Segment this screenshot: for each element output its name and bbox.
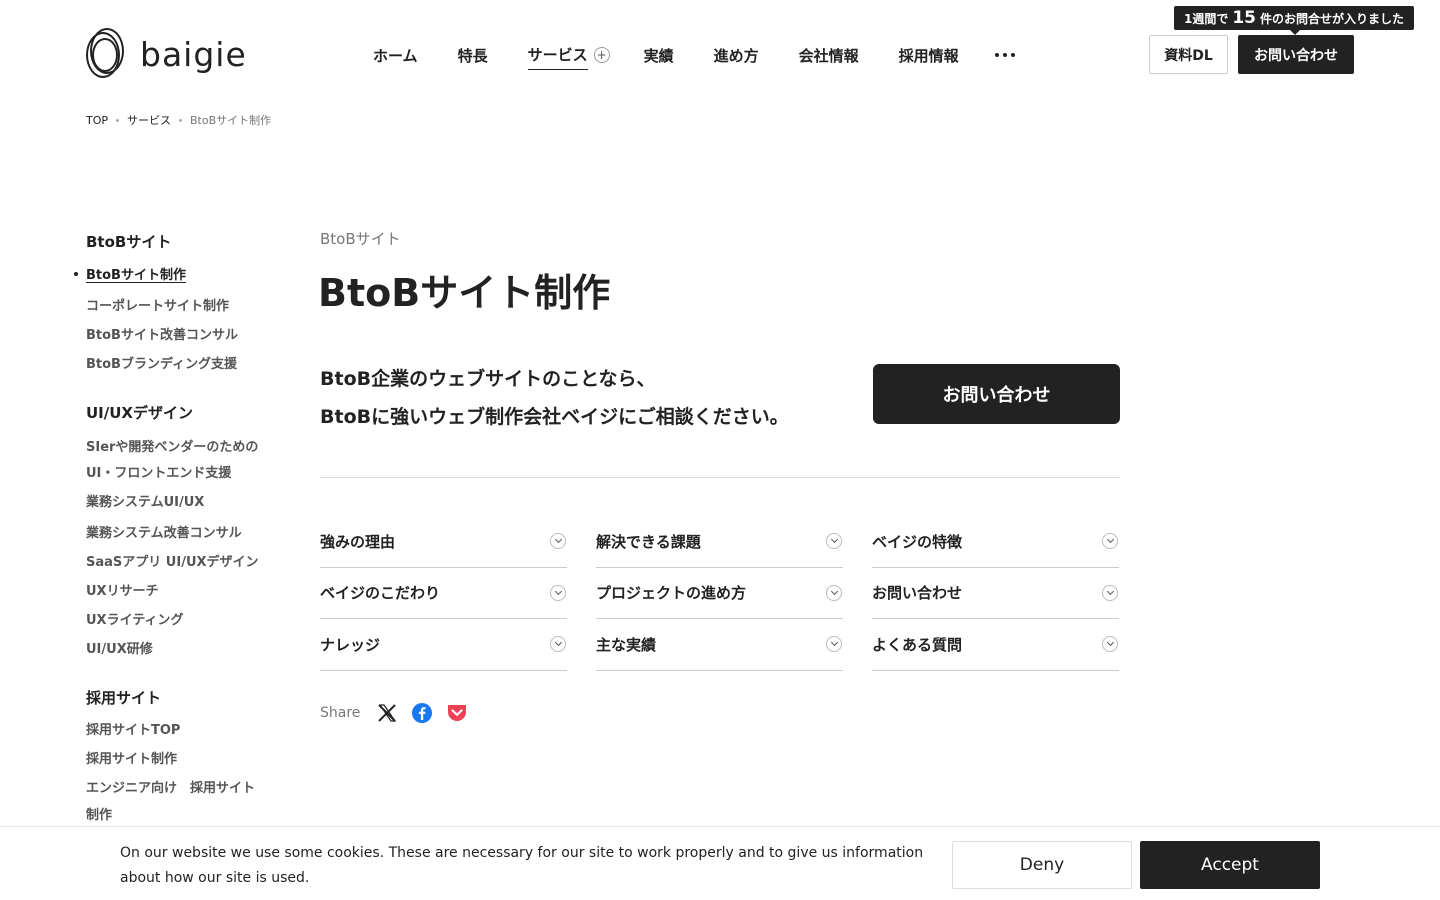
breadcrumb-separator	[116, 118, 120, 122]
anchor-link[interactable]: 解決できる課題	[596, 516, 843, 568]
main-nav: ホーム 特長 サービス + 実績 進め方 会社情報 採用情報	[373, 43, 1015, 70]
breadcrumb-separator	[179, 118, 183, 122]
inquiry-count-tooltip: 1週間で 15 件のお問合せが入りました	[1174, 6, 1414, 35]
sidebar-item[interactable]: 業務システムUI/UX	[86, 487, 276, 519]
sidebar-item[interactable]: UI/UX研修	[86, 635, 276, 664]
sidebar-heading[interactable]: 採用サイト	[86, 686, 276, 710]
sidebar-item[interactable]: BtoBサイト制作	[74, 260, 276, 292]
sidebar-item[interactable]: BtoBサイト改善コンサル	[86, 321, 276, 350]
chevron-down-icon	[826, 584, 842, 601]
sidebar-item[interactable]: UXリサーチ	[86, 577, 276, 606]
plus-icon[interactable]: +	[593, 47, 610, 63]
nav-services[interactable]: サービス +	[527, 43, 610, 70]
anchor-link[interactable]: プロジェクトの進め方	[596, 568, 843, 619]
anchor-link[interactable]: 強みの理由	[320, 516, 567, 568]
pocket-icon[interactable]	[446, 702, 468, 724]
sidebar-item[interactable]: 採用サイト制作	[86, 745, 276, 774]
chevron-down-icon	[1102, 636, 1118, 653]
accept-button[interactable]: Accept	[1140, 841, 1320, 889]
download-button[interactable]: 資料DL	[1149, 35, 1228, 74]
header-contact-button[interactable]: お問い合わせ	[1238, 35, 1354, 74]
sidebar-item[interactable]: BtoBブランディング支援	[86, 350, 276, 379]
sidebar-group-btob: BtoBサイト BtoBサイト制作 コーポレートサイト制作 BtoBサイト改善コ…	[74, 230, 276, 379]
sidebar-item[interactable]: コーポレートサイト制作	[86, 292, 276, 321]
sidebar-item[interactable]: エンジニア向け 採用サイト	[86, 774, 276, 803]
cookie-banner: On our website we use some cookies. Thes…	[0, 826, 1440, 900]
chevron-down-icon	[1102, 584, 1118, 601]
deny-button[interactable]: Deny	[952, 841, 1132, 889]
page-title: BtoBサイト制作	[318, 271, 611, 315]
anchor-link[interactable]: 主な実績	[596, 619, 843, 671]
sidebar-item[interactable]: 業務システム改善コンサル	[86, 519, 276, 548]
chevron-down-icon	[550, 584, 566, 601]
chevron-down-icon	[550, 533, 566, 550]
more-icon[interactable]	[994, 43, 1015, 67]
nav-home[interactable]: ホーム	[373, 43, 418, 67]
page-eyebrow: BtoBサイト	[320, 230, 401, 248]
sidebar-item[interactable]: SIerや開発ベンダーのための	[86, 435, 276, 461]
nav-recruit[interactable]: 採用情報	[899, 43, 959, 67]
cookie-text: On our website we use some cookies. Thes…	[120, 845, 924, 886]
breadcrumb-top[interactable]: TOP	[86, 114, 108, 127]
breadcrumb-services[interactable]: サービス	[127, 112, 171, 128]
sidebar-item[interactable]: 採用サイトTOP	[86, 716, 276, 745]
sidebar-item[interactable]: UXライティング	[86, 606, 276, 635]
lead-line: BtoBに強いウェブ制作会社ベイジにご相談ください。	[320, 406, 789, 428]
nav-works[interactable]: 実績	[644, 43, 674, 67]
anchor-link[interactable]: ベイジのこだわり	[320, 568, 567, 619]
facebook-icon[interactable]	[411, 702, 433, 724]
divider	[320, 477, 1120, 478]
chevron-down-icon	[826, 636, 842, 653]
nav-process[interactable]: 進め方	[714, 43, 759, 67]
lead-text: BtoB企業のウェブサイトのことなら、 BtoBに強いウェブ制作会社ベイジにご相…	[320, 360, 789, 436]
contact-button[interactable]: お問い合わせ	[873, 364, 1120, 424]
anchor-link[interactable]: ベイジの特徴	[872, 516, 1119, 568]
lead-line: BtoB企業のウェブサイトのことなら、	[320, 368, 656, 390]
sidebar-heading[interactable]: BtoBサイト	[86, 230, 276, 254]
share-label: Share	[320, 705, 361, 721]
anchor-link[interactable]: お問い合わせ	[872, 568, 1119, 619]
x-icon[interactable]	[376, 702, 398, 724]
anchor-links: 強みの理由 解決できる課題 ベイジの特徴 ベイジのこだわり プロジェクトの進め方…	[320, 516, 1120, 671]
chevron-down-icon	[1102, 533, 1118, 550]
share-bar: Share	[320, 702, 481, 724]
logo-text: baigie	[140, 34, 247, 74]
sidebar-group-recruit: 採用サイト 採用サイトTOP 採用サイト制作 エンジニア向け 採用サイト 制作	[86, 686, 276, 829]
logo[interactable]: baigie	[86, 28, 247, 80]
anchor-link[interactable]: よくある質問	[872, 619, 1119, 671]
anchor-link[interactable]: ナレッジ	[320, 619, 567, 671]
nav-features[interactable]: 特長	[458, 43, 488, 67]
sidebar-item[interactable]: SaaSアプリ UI/UXデザイン	[86, 548, 276, 577]
sidebar-group-uiux: UI/UXデザイン SIerや開発ベンダーのための UI・フロントエンド支援 業…	[86, 401, 276, 664]
breadcrumb: TOP サービス BtoBサイト制作	[86, 112, 271, 128]
sidebar-heading[interactable]: UI/UXデザイン	[86, 401, 276, 425]
sidebar: BtoBサイト BtoBサイト制作 コーポレートサイト制作 BtoBサイト改善コ…	[74, 230, 276, 829]
sidebar-item[interactable]: UI・フロントエンド支援	[86, 461, 276, 487]
chevron-down-icon	[826, 533, 842, 550]
chevron-down-icon	[550, 636, 566, 653]
logo-mark-icon	[86, 28, 126, 80]
breadcrumb-current: BtoBサイト制作	[190, 114, 272, 127]
nav-company[interactable]: 会社情報	[799, 43, 859, 67]
